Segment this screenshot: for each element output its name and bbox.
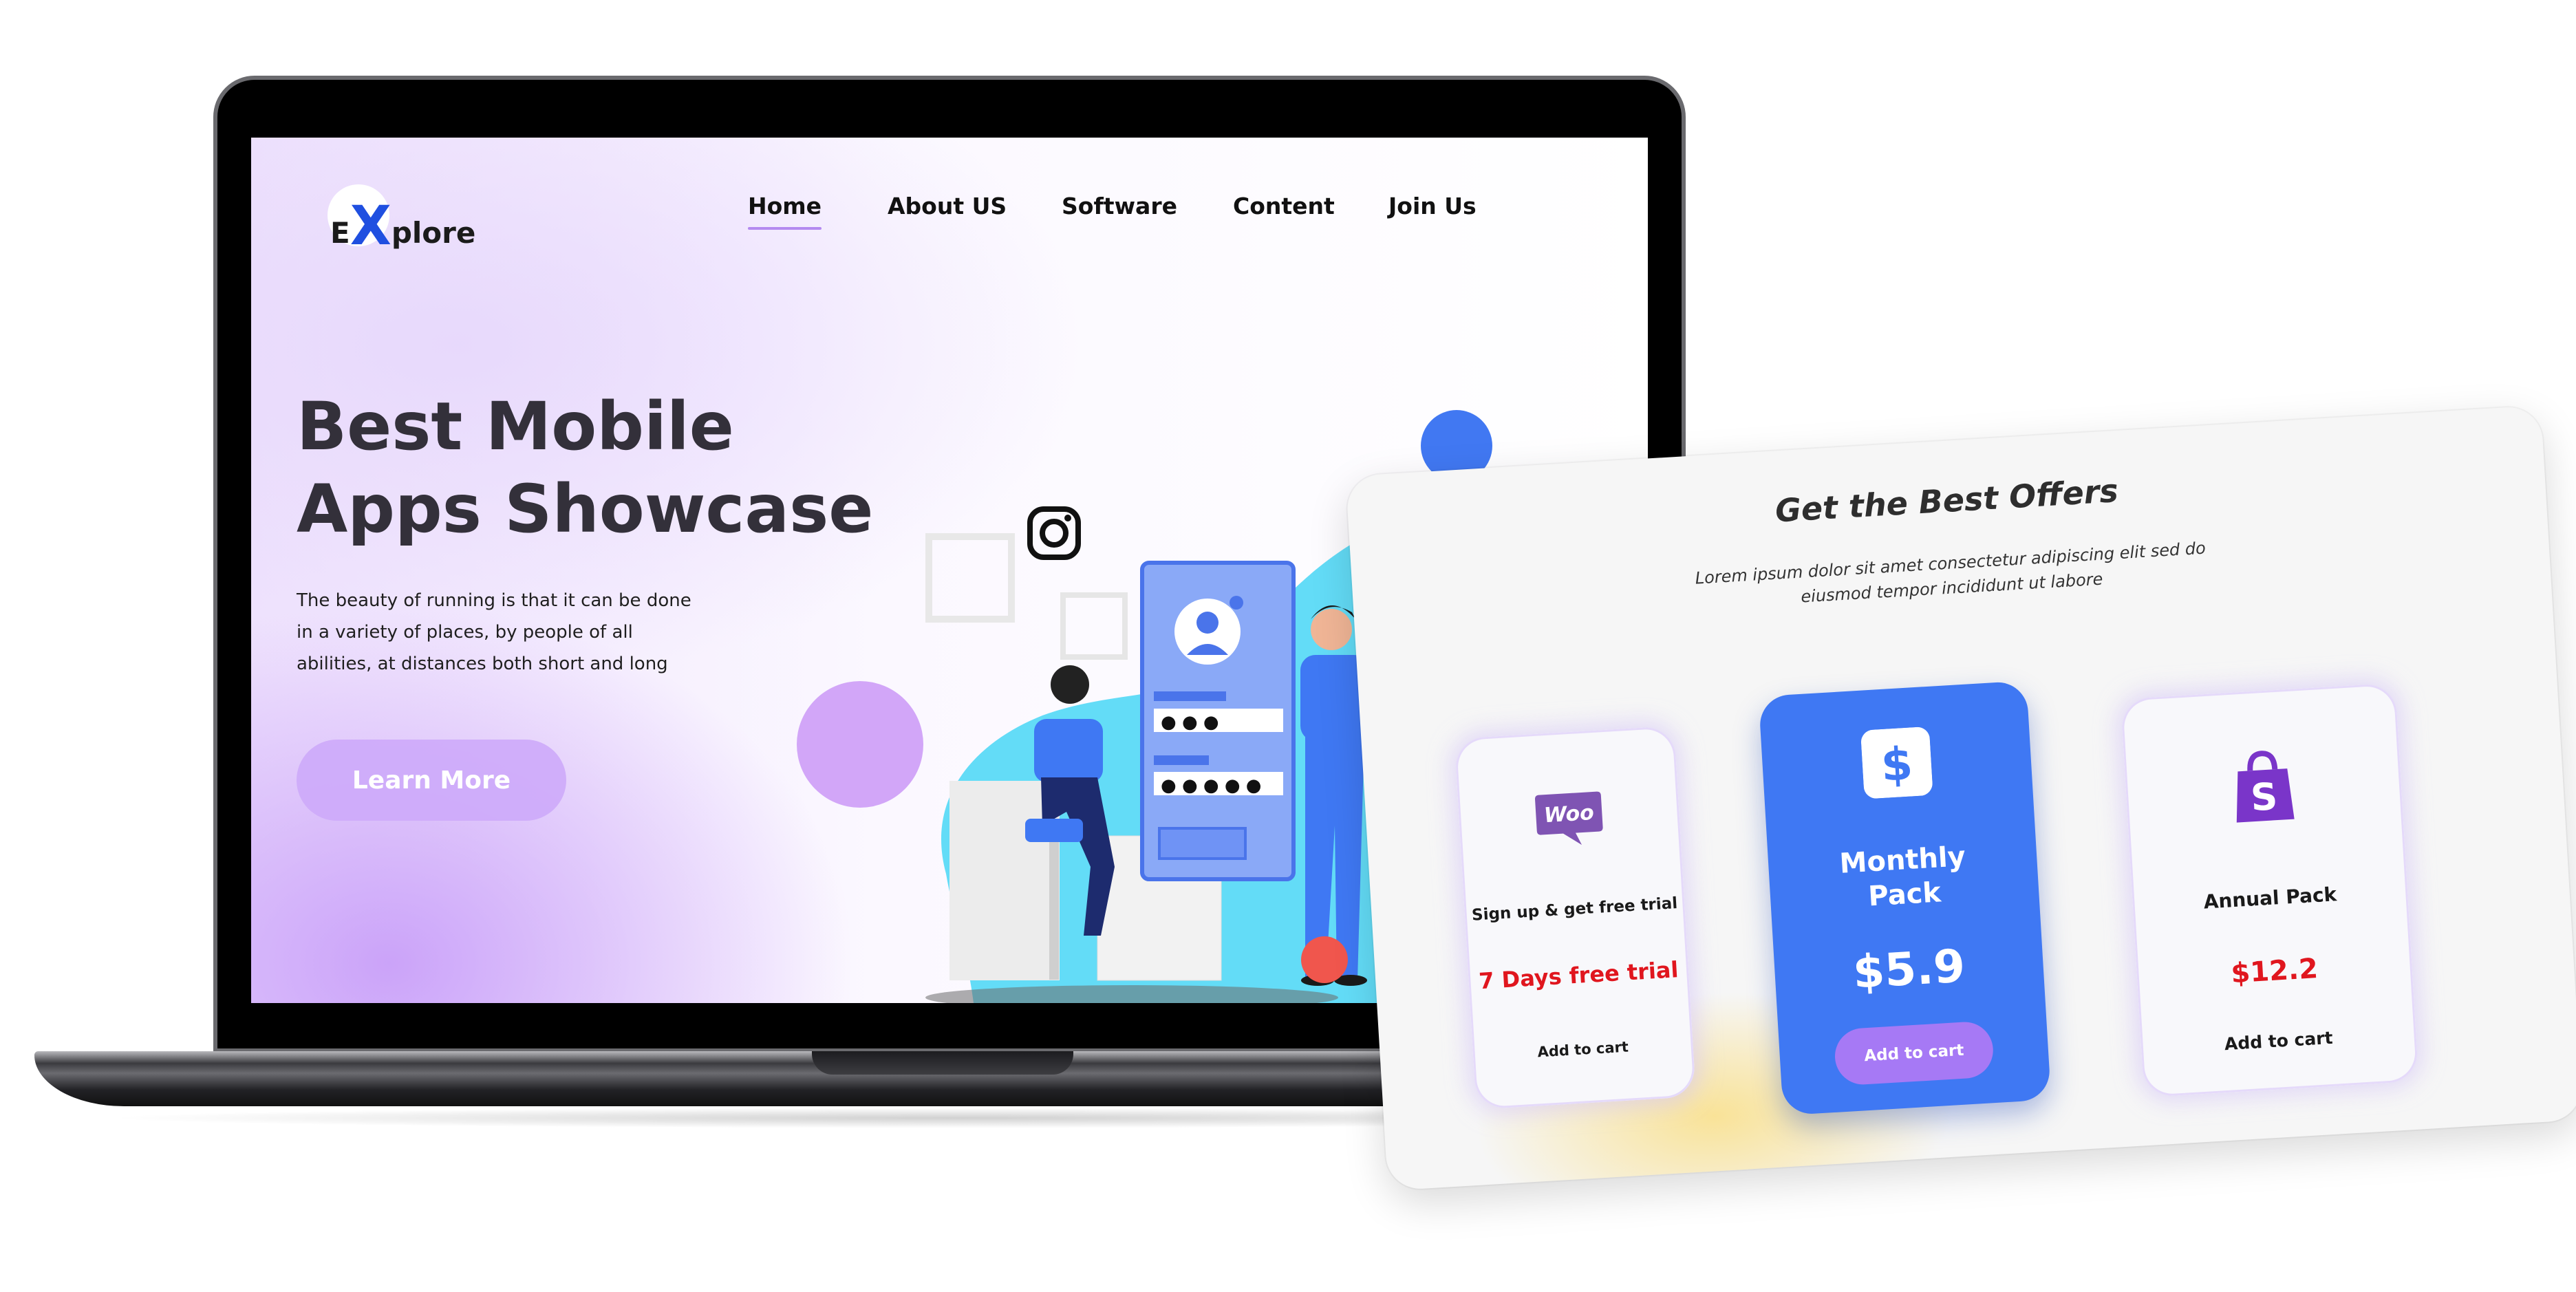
add-to-cart-button[interactable]: Add to cart [1472,1035,1693,1064]
cabinet [1097,835,1222,981]
plan-price: $12.2 [2230,953,2319,990]
avatar-circle [1174,599,1241,665]
nav-join[interactable]: Join Us [1388,193,1477,219]
avatar-dot [1230,596,1243,610]
logo-text-rest: plore [391,216,476,250]
logo-letter-x: X [350,195,391,257]
add-to-cart-button[interactable]: Add to cart [1833,1020,1995,1086]
dollar-icon: $ [1860,726,1933,799]
password-mask-2: ● ● ● ● ● [1161,775,1262,796]
nav-content[interactable]: Content [1233,193,1335,219]
logo-letter-e: E [330,216,350,250]
password-mask-1: ● ● ● [1161,712,1219,733]
nav-active-underline [748,227,822,230]
hero-title-line-2: Apps Showcase [297,471,874,548]
ground-shadow [925,985,1338,1003]
password-field-2 [1154,772,1283,795]
laptop-notch [812,1051,1073,1075]
man-hair [1311,605,1355,619]
nav-about[interactable]: About US [888,193,1007,219]
plan-name: Annual Pack [2202,883,2338,914]
man-head [1311,609,1352,650]
avatar-head [1196,612,1219,634]
shopping-bag-icon: S [2236,751,2295,823]
plan-name: Monthly Pack [1838,841,1966,913]
offers-subtitle: Lorem ipsum dolor sit amet consectetur a… [1694,538,2207,607]
woman-head [1051,665,1089,704]
avatar-body [1187,644,1228,655]
hero-title-line-1: Best Mobile [297,388,734,465]
red-ball-decor [1301,936,1348,983]
stool-seat [1025,819,1083,842]
hero-title: Best Mobile Apps Showcase [297,385,916,550]
stool-leg [1049,842,1059,980]
woo-icon: Woo [1535,791,1603,846]
nav-content-label: Content [1233,193,1335,219]
counter [949,781,1060,980]
plan-card-free-trial[interactable]: Woo Sign up & get free trial 7 Days free… [1454,725,1697,1110]
nav-software[interactable]: Software [1062,193,1177,219]
man-shoe [1334,975,1367,986]
instagram-icon [1027,506,1081,560]
password-field-1 [1154,709,1283,732]
shopping-bag-icon-text: S [2249,775,2279,819]
purple-circle-decor [797,681,923,808]
hero-description: The beauty of running is that it can be … [297,590,691,674]
man-shoe [1301,975,1334,986]
woo-icon-text: Woo [1543,801,1595,828]
add-to-cart-button[interactable]: Add to cart [2140,1023,2416,1059]
man-legs [1305,736,1364,980]
plan-name: Sign up & get free trial [1471,894,1678,925]
frame-decor [1060,592,1128,660]
nav-about-label: About US [888,193,1007,219]
nav-home[interactable]: Home [748,193,822,230]
plan-price: $5.9 [1852,939,1967,999]
dollar-icon-text: $ [1880,737,1914,792]
field-label-bar [1154,755,1209,765]
nav-home-label: Home [748,193,822,219]
woman-legs [1041,777,1115,936]
nav-join-label: Join Us [1388,193,1477,219]
site-logo[interactable]: E X plore [328,177,482,260]
phone-submit-button [1158,827,1247,860]
frame-decor [925,533,1015,623]
plan-card-monthly[interactable]: $ Monthly Pack $5.9 Add to cart [1758,680,2052,1116]
nav-software-label: Software [1062,193,1177,219]
offers-panel: Get the Best Offers Lorem ipsum dolor si… [1345,405,2576,1191]
field-label-bar [1154,691,1226,701]
learn-more-button[interactable]: Learn More [297,740,566,821]
plan-price: 7 Days free trial [1478,956,1679,995]
plan-card-annual[interactable]: S Annual Pack $12.2 Add to cart [2120,682,2419,1098]
woman-torso [1034,719,1103,782]
phone-panel [1140,561,1296,881]
